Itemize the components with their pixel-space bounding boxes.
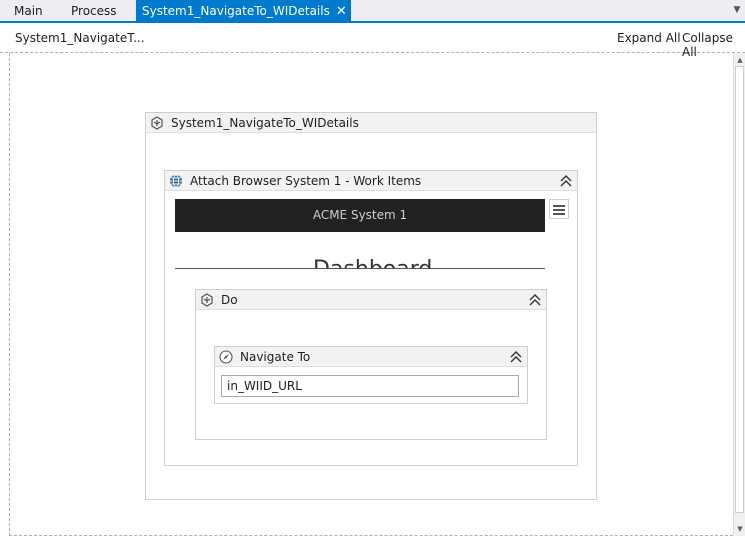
tab-system1-navigateto-widetails[interactable]: System1_NavigateTo_WIDetails ✕ (136, 0, 351, 21)
designer-toolbar: System1_NavigateT... Expand All Collapse… (0, 23, 745, 59)
sequence-icon (151, 116, 163, 130)
collapse-icon[interactable] (560, 174, 572, 188)
do-title: Do (221, 293, 238, 307)
vertical-scrollbar[interactable]: ▲ ▼ (733, 53, 745, 536)
scrollbar-thumb[interactable] (735, 66, 744, 513)
attach-browser-header: Attach Browser System 1 - Work Items (165, 171, 577, 191)
close-icon[interactable]: ✕ (336, 4, 347, 19)
sequence-activity[interactable]: System1_NavigateTo_WIDetails Attach Brow… (145, 112, 597, 500)
do-activity[interactable]: Do Navigate To in_WIID_URL (195, 289, 547, 440)
collapse-icon[interactable] (529, 293, 541, 307)
collapse-icon[interactable] (510, 350, 522, 364)
do-header: Do (196, 290, 546, 310)
tab-label: System1_NavigateTo_WIDetails (142, 4, 330, 18)
hamburger-menu-icon[interactable] (549, 199, 569, 219)
sequence-header: System1_NavigateTo_WIDetails (146, 113, 596, 133)
tab-process[interactable]: Process (71, 0, 117, 21)
attach-browser-title: Attach Browser System 1 - Work Items (190, 174, 422, 188)
compass-icon (219, 350, 233, 364)
navigate-to-header: Navigate To (215, 347, 527, 367)
sequence-icon (201, 293, 213, 307)
browser-page-title: Dashboard (175, 245, 545, 269)
sequence-title: System1_NavigateTo_WIDetails (171, 116, 359, 130)
attach-browser-activity[interactable]: Attach Browser System 1 - Work Items ACM… (164, 170, 578, 466)
globe-icon (170, 174, 182, 188)
browser-page-header: ACME System 1 (175, 199, 545, 232)
document-tab-bar: Main Process System1_NavigateTo_WIDetail… (0, 0, 745, 23)
navigate-to-activity[interactable]: Navigate To in_WIID_URL (214, 346, 528, 404)
breadcrumb[interactable]: System1_NavigateT... (15, 31, 145, 45)
url-input[interactable]: in_WIID_URL (221, 375, 519, 397)
dashboard-heading: Dashboard (313, 257, 432, 268)
expand-all-button[interactable]: Expand All (617, 31, 681, 45)
scroll-up-icon[interactable]: ▲ (735, 56, 745, 64)
navigate-to-title: Navigate To (240, 350, 311, 364)
tab-main[interactable]: Main (14, 0, 43, 21)
scroll-down-icon[interactable]: ▼ (735, 525, 745, 533)
chevron-down-icon[interactable]: ▼ (731, 4, 743, 16)
